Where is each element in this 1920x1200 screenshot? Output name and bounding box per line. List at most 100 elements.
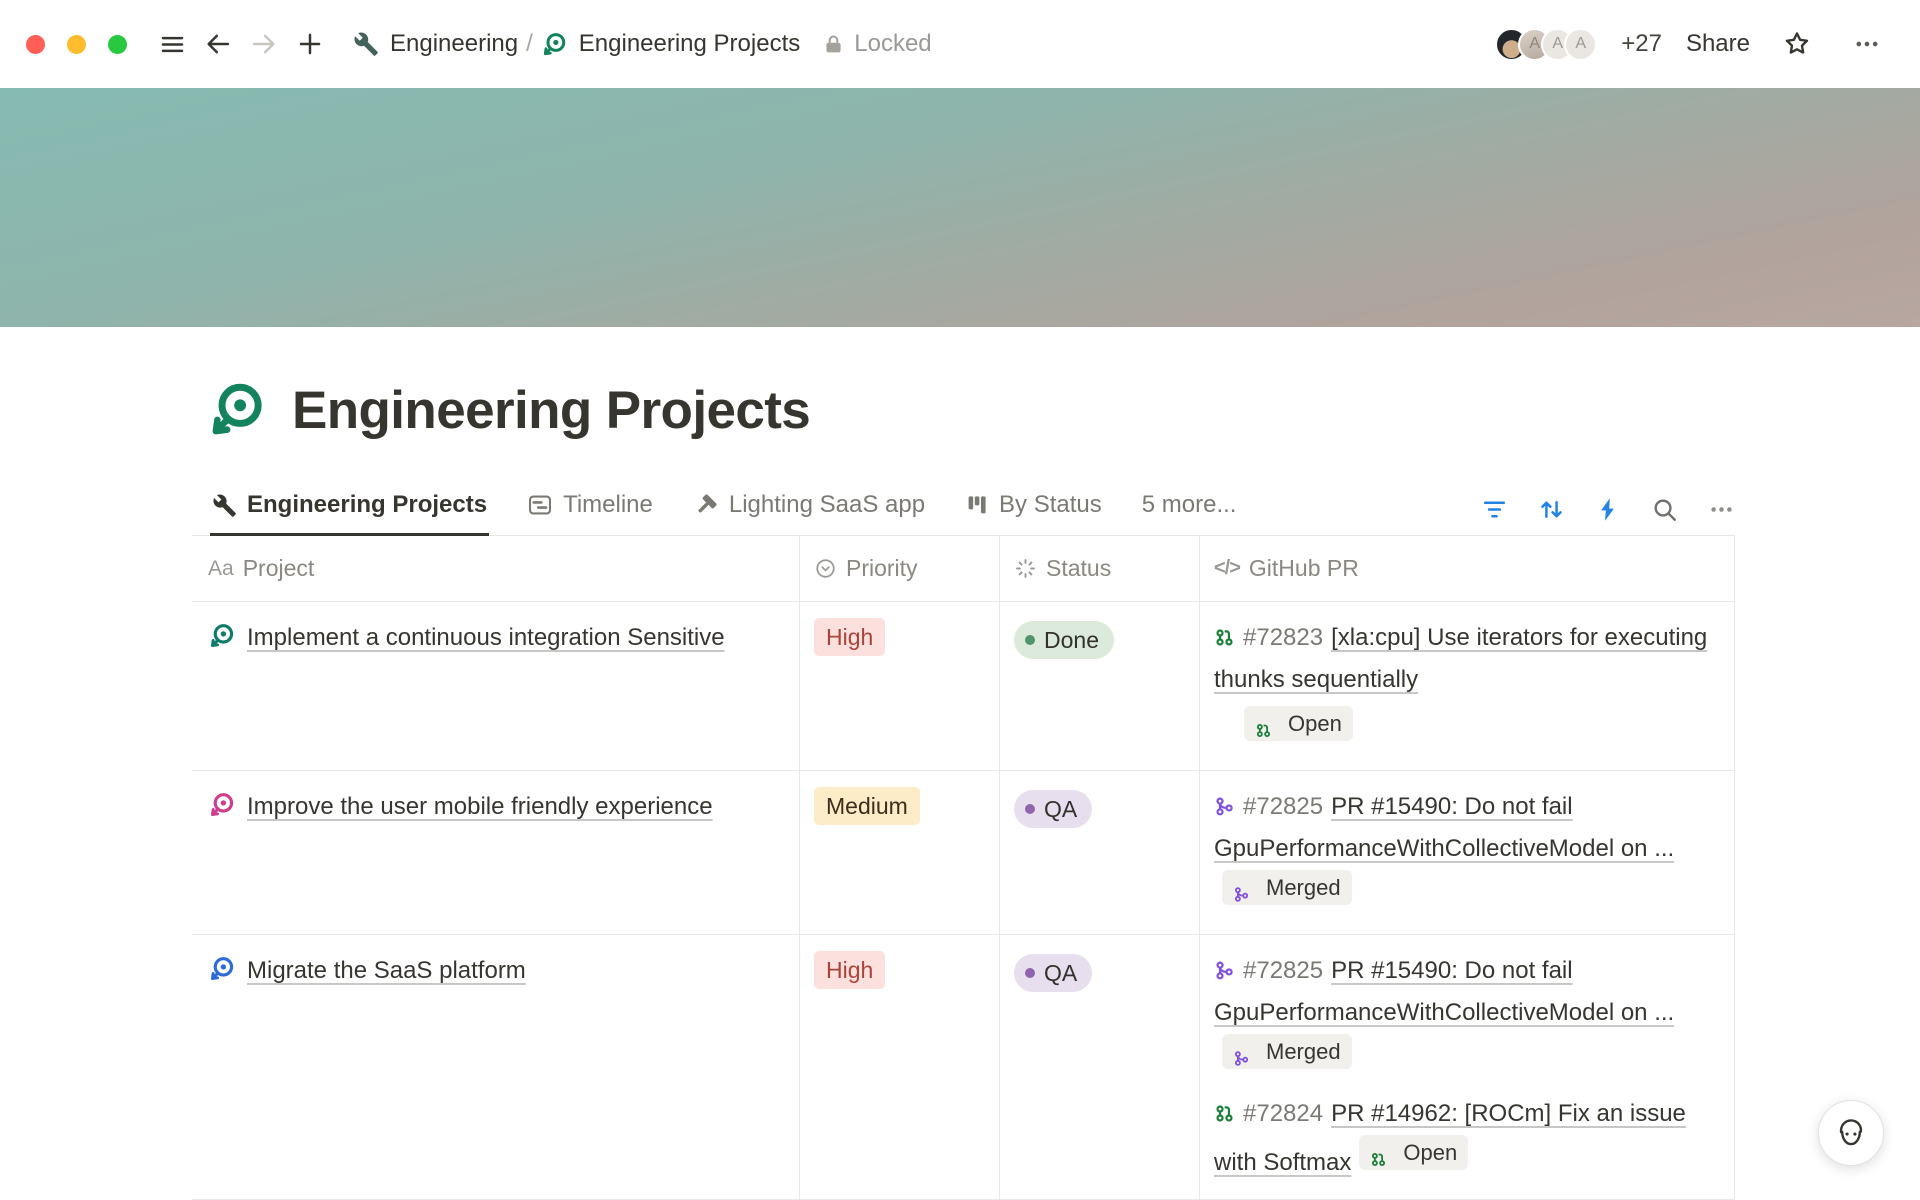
zoom-window-button[interactable]	[108, 35, 127, 54]
sidebar-menu-button[interactable]	[149, 21, 195, 67]
window-controls	[26, 35, 127, 54]
pr-entry: #72824PR #14962: [ROCm] Fix an issue wit…	[1214, 1093, 1714, 1184]
locked-indicator[interactable]: Locked	[822, 30, 931, 58]
view-actions	[1481, 496, 1735, 535]
table-row: Migrate the SaaS platform High QA #72825…	[192, 935, 1735, 1200]
zap-icon	[1595, 496, 1622, 523]
more-icon	[1708, 496, 1735, 523]
tab-more-views[interactable]: 5 more...	[1140, 481, 1239, 536]
tab-timeline[interactable]: Timeline	[525, 481, 655, 536]
pr-open-icon	[1255, 715, 1272, 732]
more-icon	[1853, 30, 1881, 58]
project-title-link[interactable]: Implement a continuous integration Sensi…	[247, 624, 725, 651]
hammer-icon	[693, 492, 719, 518]
status-cell[interactable]: QA	[1000, 771, 1200, 934]
page-title-row: Engineering Projects	[206, 379, 1735, 441]
column-header-project[interactable]: Aa Project	[192, 536, 800, 601]
status-label: QA	[1044, 791, 1077, 827]
select-type-icon	[814, 557, 837, 580]
breadcrumb-page[interactable]: Engineering Projects	[535, 26, 806, 62]
avatar-overflow-count[interactable]: +27	[1621, 30, 1662, 58]
project-cell[interactable]: Migrate the SaaS platform	[192, 935, 800, 1199]
status-badge: QA	[1014, 954, 1092, 992]
table-row: Implement a continuous integration Sensi…	[192, 602, 1735, 771]
sort-button[interactable]	[1538, 496, 1565, 523]
forward-button[interactable]	[241, 21, 287, 67]
status-badge: Done	[1014, 621, 1114, 659]
pr-state-badge: Open	[1244, 706, 1353, 741]
app-window: Engineering / Engineering Projects Locke…	[0, 0, 1920, 1200]
table-header: Aa Project Priority Status </> GitHub PR	[192, 536, 1735, 602]
forward-icon	[250, 30, 278, 58]
pr-state-label: Merged	[1266, 871, 1341, 904]
tab-label: Timeline	[563, 491, 653, 519]
page-icon[interactable]	[206, 379, 268, 441]
github-pr-cell[interactable]: #72825PR #15490: Do not fail GpuPerforma…	[1200, 935, 1735, 1199]
page-options-button[interactable]	[1844, 21, 1890, 67]
avatar[interactable]: A	[1564, 28, 1597, 61]
view-options-button[interactable]	[1708, 496, 1735, 523]
ai-face-icon	[1833, 1115, 1869, 1151]
pr-merged-icon	[1214, 953, 1235, 974]
pr-number: #72823	[1243, 624, 1323, 651]
favorite-button[interactable]	[1774, 21, 1820, 67]
github-pr-cell[interactable]: #72823[xla:cpu] Use iterators for execut…	[1200, 602, 1735, 770]
member-avatars[interactable]: A A A	[1495, 28, 1597, 61]
status-badge: QA	[1014, 790, 1092, 828]
column-label: Status	[1046, 555, 1111, 582]
project-title-link[interactable]: Migrate the SaaS platform	[247, 957, 526, 984]
back-button[interactable]	[195, 21, 241, 67]
search-button[interactable]	[1652, 497, 1678, 523]
page-content: Engineering Projects Engineering Project…	[0, 379, 1920, 1200]
plus-icon	[296, 30, 324, 58]
pr-state-badge: Merged	[1222, 870, 1352, 905]
tab-by-status[interactable]: By Status	[963, 481, 1104, 536]
breadcrumb-separator: /	[526, 30, 533, 58]
priority-badge: Medium	[814, 787, 920, 825]
breadcrumb-workspace[interactable]: Engineering	[347, 26, 524, 62]
column-header-priority[interactable]: Priority	[800, 536, 1000, 601]
pr-merged-icon	[1233, 879, 1250, 896]
share-button[interactable]: Share	[1686, 30, 1750, 58]
automations-button[interactable]	[1595, 496, 1622, 523]
close-window-button[interactable]	[26, 35, 45, 54]
breadcrumb-workspace-label: Engineering	[390, 30, 518, 58]
priority-cell[interactable]: High	[800, 935, 1000, 1199]
pr-merged-icon	[1233, 1043, 1250, 1060]
status-cell[interactable]: Done	[1000, 602, 1200, 770]
pr-state-label: Merged	[1266, 1035, 1341, 1068]
column-header-github-pr[interactable]: </> GitHub PR	[1200, 536, 1735, 601]
priority-cell[interactable]: Medium	[800, 771, 1000, 934]
table-row: Improve the user mobile friendly experie…	[192, 771, 1735, 935]
status-dot	[1025, 635, 1035, 645]
view-tabs-bar: Engineering Projects Timeline Lighting S…	[192, 481, 1735, 536]
project-cell[interactable]: Implement a continuous integration Sensi…	[192, 602, 800, 770]
status-label: QA	[1044, 955, 1077, 991]
column-label: Priority	[846, 555, 918, 582]
project-icon	[208, 791, 236, 819]
page-title[interactable]: Engineering Projects	[292, 380, 810, 441]
column-header-status[interactable]: Status	[1000, 536, 1200, 601]
pr-number: #72824	[1243, 1100, 1323, 1127]
sort-icon	[1538, 496, 1565, 523]
status-cell[interactable]: QA	[1000, 935, 1200, 1199]
tab-engineering-projects[interactable]: Engineering Projects	[210, 481, 489, 536]
pr-state-badge: Open	[1359, 1135, 1468, 1170]
pr-open-icon	[1370, 1144, 1387, 1161]
filter-button[interactable]	[1481, 496, 1508, 523]
topbar-actions: A A A +27 Share	[1495, 21, 1890, 67]
notion-ai-button[interactable]	[1818, 1100, 1884, 1166]
search-icon	[1652, 497, 1678, 523]
priority-cell[interactable]: High	[800, 602, 1000, 770]
new-page-button[interactable]	[287, 21, 333, 67]
github-pr-cell[interactable]: #72825PR #15490: Do not fail GpuPerforma…	[1200, 771, 1735, 934]
project-title-link[interactable]: Improve the user mobile friendly experie…	[247, 793, 713, 820]
minimize-window-button[interactable]	[67, 35, 86, 54]
project-icon	[208, 955, 236, 983]
status-type-icon	[1014, 557, 1037, 580]
project-cell[interactable]: Improve the user mobile friendly experie…	[192, 771, 800, 934]
status-dot	[1025, 804, 1035, 814]
tab-lighting-saas-app[interactable]: Lighting SaaS app	[691, 481, 927, 536]
pr-entry: #72825PR #15490: Do not fail GpuPerforma…	[1214, 786, 1714, 919]
board-icon	[965, 493, 989, 517]
